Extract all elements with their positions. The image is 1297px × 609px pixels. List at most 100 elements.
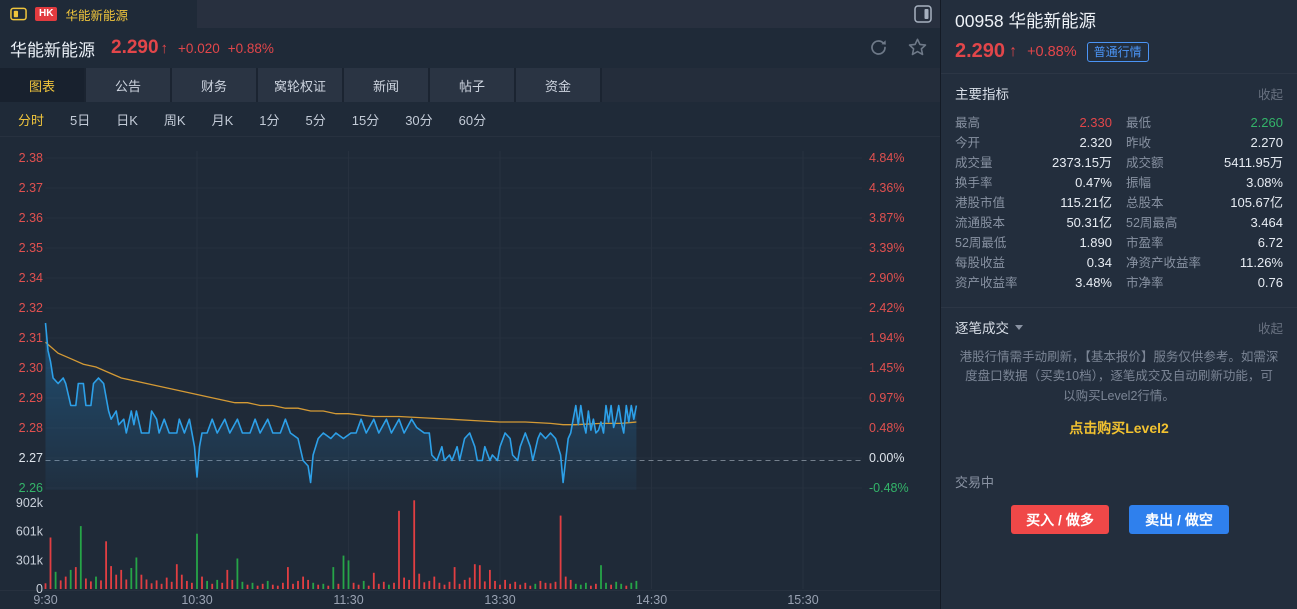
volume-bar [125, 580, 127, 590]
main-tab[interactable]: 新闻 [344, 68, 428, 102]
main-tab[interactable]: 帖子 [430, 68, 514, 102]
collapse-indicators-button[interactable]: 收起 [1258, 84, 1283, 103]
volume-bar [237, 559, 239, 590]
main-tab[interactable]: 窝轮权证 [258, 68, 342, 102]
time-axis-label: 13:30 [484, 593, 515, 607]
volume-bar [85, 579, 87, 590]
time-axis-label: 15:30 [787, 593, 818, 607]
volume-bar [454, 567, 456, 589]
period-tab[interactable]: 5分 [306, 110, 326, 129]
volume-bar [580, 585, 582, 589]
window-tab-bar: HK 华能新能源 [0, 0, 940, 28]
indicators-section-header: 主要指标 收起 [941, 74, 1297, 112]
buy-level2-link[interactable]: 点击购买Level2 [941, 418, 1297, 438]
price-axis-label: 2.30 [19, 361, 43, 375]
intraday-chart[interactable]: 2.382.372.362.352.342.322.312.302.292.28… [0, 137, 940, 609]
period-tab[interactable]: 30分 [405, 110, 432, 129]
trading-status: 交易中 [955, 472, 1297, 491]
period-tab[interactable]: 日K [116, 110, 138, 129]
main-tab[interactable]: 图表 [0, 68, 84, 102]
percent-axis-label: 0.97% [869, 391, 904, 405]
star-favorite-icon[interactable] [907, 37, 928, 58]
percent-axis-label: 0.48% [869, 421, 904, 435]
price-axis-label: 2.32 [19, 301, 43, 315]
indicator-row: 52周最低 1.890 市盈率 6.72 [955, 233, 1283, 253]
volume-bar [322, 584, 324, 589]
volume-bar [105, 541, 107, 589]
volume-bar [50, 538, 52, 590]
indicator-row: 今开 2.320 昨收 2.270 [955, 133, 1283, 153]
volume-bar [252, 583, 254, 589]
volume-bar [403, 578, 405, 589]
volume-bar [625, 586, 627, 589]
price-axis-label: 2.28 [19, 421, 43, 435]
volume-bar [469, 578, 471, 589]
volume-bar [610, 585, 612, 589]
volume-bar [211, 584, 213, 589]
volume-bar [353, 583, 355, 589]
price-axis-label: 2.38 [19, 151, 43, 165]
sell-short-button[interactable]: 卖出 / 做空 [1129, 505, 1229, 534]
main-tab[interactable]: 资金 [516, 68, 600, 102]
volume-bar [428, 581, 430, 589]
stock-window-tab[interactable]: HK 华能新能源 [0, 0, 197, 28]
period-tab[interactable]: 5日 [70, 110, 90, 129]
percent-axis-label: 3.39% [869, 241, 904, 255]
volume-bar [575, 584, 577, 589]
volume-bar [115, 575, 117, 589]
period-tab[interactable]: 月K [212, 110, 234, 129]
volume-bar [191, 583, 193, 589]
quote-detail-panel: 00958 华能新能源 2.290 ↑ +0.88% 普通行情 主要指标 收起 … [940, 0, 1297, 609]
volume-bar [186, 581, 188, 589]
volume-bar [120, 570, 122, 589]
panel-toggle-icon[interactable] [914, 5, 932, 23]
volume-bar [171, 582, 173, 589]
volume-bar [368, 586, 370, 589]
volume-bar [620, 584, 622, 589]
buy-long-button[interactable]: 买入 / 做多 [1011, 505, 1109, 534]
volume-bar [141, 575, 143, 589]
price-area-fill [46, 323, 637, 490]
main-tab[interactable]: 财务 [172, 68, 256, 102]
ticks-dropdown[interactable]: 逐笔成交 [955, 317, 1023, 337]
period-tab[interactable]: 60分 [459, 110, 486, 129]
volume-bar [247, 585, 249, 589]
indicator-row: 成交量 2373.15万 成交额 5411.95万 [955, 153, 1283, 173]
avg-price-line [46, 342, 637, 425]
volume-bar [60, 580, 62, 589]
volume-bar [95, 577, 97, 589]
price-axis-label: 2.36 [19, 211, 43, 225]
volume-bar [358, 585, 360, 589]
price-axis-label: 2.31 [19, 331, 43, 345]
volume-bar [413, 500, 415, 589]
up-arrow-icon: ↑ [1009, 43, 1017, 61]
volume-bar [555, 582, 557, 589]
ticks-section-header: 逐笔成交 收起 [941, 308, 1297, 346]
volume-bar [464, 580, 466, 589]
volume-bar [423, 582, 425, 589]
detail-header: 00958 华能新能源 2.290 ↑ +0.88% 普通行情 [941, 0, 1297, 63]
collapse-ticks-button[interactable]: 收起 [1258, 318, 1283, 337]
volume-bar [221, 583, 223, 589]
volume-bar [408, 580, 410, 589]
period-tab[interactable]: 1分 [259, 110, 279, 129]
volume-bar [216, 580, 218, 589]
volume-bar [317, 585, 319, 589]
volume-bar [540, 581, 542, 589]
volume-bar [373, 573, 375, 589]
period-tab[interactable]: 15分 [352, 110, 379, 129]
sidebar-right-icon [914, 5, 932, 23]
volume-bar [267, 581, 269, 589]
main-tab[interactable]: 公告 [86, 68, 170, 102]
stock-code-title: 00958 华能新能源 [955, 8, 1283, 33]
indicators-title: 主要指标 [955, 83, 1009, 103]
volume-bar [196, 534, 198, 589]
price-axis-label: 2.37 [19, 181, 43, 195]
period-tab[interactable]: 分时 [18, 110, 44, 129]
quote-level-badge: 普通行情 [1087, 42, 1149, 62]
volume-bar [494, 581, 496, 589]
refresh-icon[interactable] [868, 37, 889, 58]
period-tab[interactable]: 周K [164, 110, 186, 129]
detail-price: 2.290 [955, 40, 1005, 63]
volume-bar [343, 556, 345, 589]
